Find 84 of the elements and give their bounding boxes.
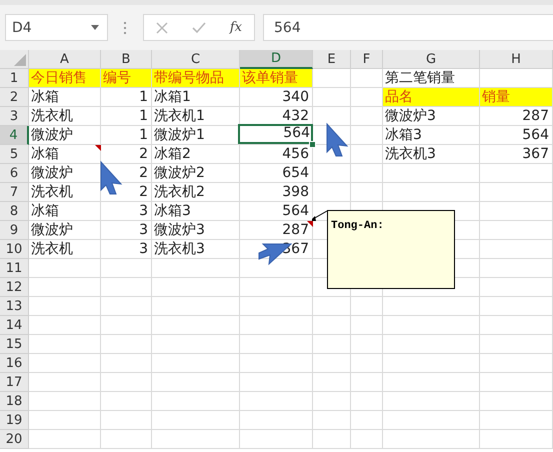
table-cell[interactable]: 287	[240, 221, 312, 239]
table-cell[interactable]: 3	[101, 202, 151, 220]
table-cell[interactable]: 第二笔销量	[383, 69, 479, 87]
row-header[interactable]: 17	[0, 373, 29, 392]
corner-header[interactable]	[0, 50, 29, 69]
row-header[interactable]: 14	[0, 316, 29, 335]
table-cell[interactable]: 微波炉	[29, 221, 100, 239]
grip-icon	[124, 22, 127, 34]
row-header[interactable]: 5	[0, 145, 29, 164]
table-cell[interactable]: 冰箱2	[152, 145, 239, 163]
row-header[interactable]: 7	[0, 183, 29, 202]
name-box[interactable]: D4	[5, 14, 108, 41]
select-all-icon[interactable]	[14, 54, 26, 66]
comment-author: Tong-An:	[331, 220, 384, 232]
row-header[interactable]: 8	[0, 202, 29, 221]
table-cell[interactable]: 1	[101, 126, 151, 144]
column-header[interactable]: D	[240, 50, 313, 69]
row-header[interactable]: 15	[0, 335, 29, 354]
column-header[interactable]: B	[101, 50, 152, 69]
table-cell[interactable]: 456	[240, 145, 312, 163]
table-cell[interactable]: 398	[240, 183, 312, 201]
row-header[interactable]: 4	[0, 126, 29, 145]
table-cell[interactable]: 冰箱	[29, 202, 100, 220]
table-cell[interactable]: 微波炉3	[383, 107, 479, 125]
table-cell[interactable]: 微波炉	[29, 164, 100, 182]
row-header[interactable]: 10	[0, 240, 29, 259]
table-cell[interactable]: 洗衣机2	[152, 183, 239, 201]
table-cell[interactable]: 洗衣机	[29, 240, 100, 258]
table-cell[interactable]: 洗衣机1	[152, 107, 239, 125]
cancel-icon[interactable]	[156, 22, 168, 34]
table-cell[interactable]: 654	[240, 164, 312, 182]
table-cell[interactable]: 微波炉3	[152, 221, 239, 239]
table-cell[interactable]: 340	[240, 88, 312, 106]
table-cell[interactable]: 冰箱	[29, 88, 100, 106]
insert-function-button[interactable]: fx	[230, 20, 242, 35]
table-cell[interactable]: 洗衣机3	[383, 145, 479, 163]
row-header[interactable]: 1	[0, 69, 29, 88]
table-cell[interactable]: 带编号物品	[152, 69, 239, 87]
row-header[interactable]: 11	[0, 259, 29, 278]
check-icon[interactable]	[192, 22, 206, 34]
table-cell[interactable]: 微波炉1	[152, 126, 239, 144]
table-cell[interactable]: 564	[240, 202, 312, 220]
table-cell[interactable]: 今日销售	[29, 69, 100, 87]
row-header[interactable]: 2	[0, 88, 29, 107]
column-header[interactable]: C	[152, 50, 240, 69]
table-cell[interactable]: 432	[240, 107, 312, 125]
dropdown-icon	[91, 25, 99, 30]
table-cell[interactable]: 1	[101, 107, 151, 125]
table-cell[interactable]: 3	[101, 221, 151, 239]
table-cell[interactable]: 微波炉	[29, 126, 100, 144]
table-cell[interactable]: 洗衣机3	[152, 240, 239, 258]
fill-handle[interactable]	[309, 141, 316, 148]
row-header[interactable]: 18	[0, 392, 29, 411]
column-header[interactable]: A	[29, 50, 101, 69]
column-header[interactable]: E	[313, 50, 351, 69]
row-header[interactable]: 16	[0, 354, 29, 373]
column-header[interactable]: G	[383, 50, 480, 69]
table-cell[interactable]: 367	[480, 145, 552, 163]
table-cell[interactable]: 564	[238, 124, 313, 144]
row-header[interactable]: 12	[0, 278, 29, 297]
row-header[interactable]: 3	[0, 107, 29, 126]
table-cell[interactable]: 564	[480, 126, 552, 144]
table-cell[interactable]: 该单销量	[240, 69, 312, 87]
table-cell[interactable]: 287	[480, 107, 552, 125]
table-cell[interactable]: 微波炉2	[152, 164, 239, 182]
column-header[interactable]: H	[480, 50, 553, 69]
table-cell[interactable]: 编号	[101, 69, 151, 87]
row-header[interactable]: 20	[0, 430, 29, 449]
table-cell[interactable]: 洗衣机	[29, 107, 100, 125]
table-cell[interactable]: 冰箱	[29, 145, 100, 163]
table-cell[interactable]: 3	[101, 240, 151, 258]
row-header[interactable]: 6	[0, 164, 29, 183]
formula-field[interactable]: 564	[263, 14, 553, 41]
table-cell[interactable]: 冰箱3	[383, 126, 479, 144]
table-cell[interactable]: 冰箱1	[152, 88, 239, 106]
table-cell[interactable]: 品名	[383, 88, 479, 106]
row-header[interactable]: 9	[0, 221, 29, 240]
table-cell[interactable]: 销量	[480, 88, 552, 106]
table-cell[interactable]: 冰箱3	[152, 202, 239, 220]
column-header[interactable]: F	[351, 50, 383, 69]
row-header[interactable]: 13	[0, 297, 29, 316]
row-header[interactable]: 19	[0, 411, 29, 430]
table-cell[interactable]: 洗衣机	[29, 183, 100, 201]
table-cell[interactable]: 1	[101, 88, 151, 106]
